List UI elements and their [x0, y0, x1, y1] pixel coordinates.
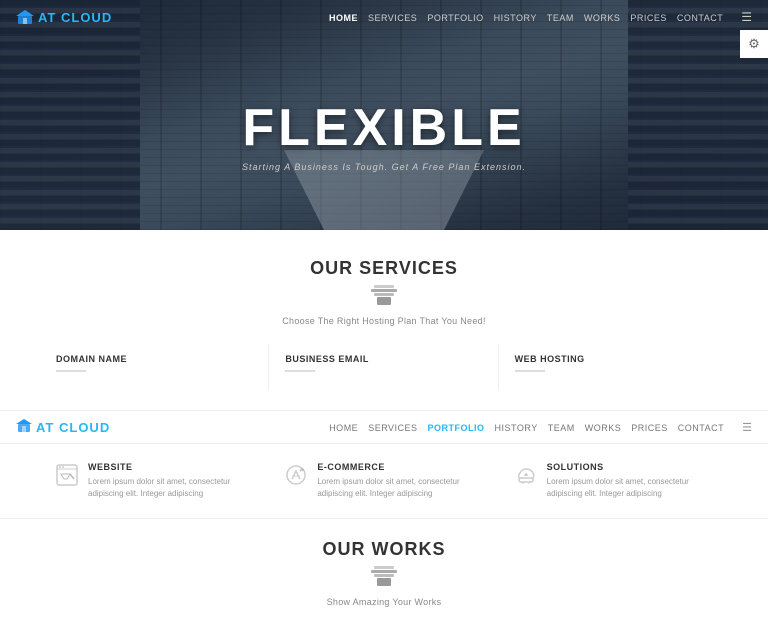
nav2-history[interactable]: HISTORY	[495, 418, 538, 436]
nav2-team[interactable]: TEAM	[548, 418, 575, 436]
service-divider-3	[515, 370, 545, 372]
service-website-content: WEBSITE Lorem ipsum dolor sit amet, cons…	[88, 462, 253, 500]
service-solutions-content: SOLUTIONS Lorem ipsum dolor sit amet, co…	[547, 462, 712, 500]
nav-team[interactable]: TEAM	[547, 8, 574, 26]
service-email: BUSINESS EMAIL	[269, 344, 498, 390]
solutions-icon	[515, 464, 537, 492]
logo[interactable]: AT CLOUD	[16, 10, 112, 25]
hero-content: FLEXIBLE Starting A Business Is Tough. G…	[0, 34, 768, 230]
services-title: OUR SERVICES	[40, 258, 728, 279]
service-hosting: WEB HOSTING	[499, 344, 728, 390]
service-solutions-text: Lorem ipsum dolor sit amet, consectetur …	[547, 476, 712, 500]
ecommerce-icon	[285, 464, 307, 492]
service-ecommerce-content: E-COMMERCE Lorem ipsum dolor sit amet, c…	[317, 462, 482, 500]
service-ecommerce: E-COMMERCE Lorem ipsum dolor sit amet, c…	[269, 454, 498, 508]
logo2-icon	[16, 419, 32, 435]
service-ecommerce-title: E-COMMERCE	[317, 462, 482, 472]
nav-works[interactable]: WORKS	[584, 8, 621, 26]
service-website-title: WEBSITE	[88, 462, 253, 472]
service-divider-2	[285, 370, 315, 372]
gear-button[interactable]: ⚙	[740, 30, 768, 58]
service-solutions: SOLUTIONS Lorem ipsum dolor sit amet, co…	[499, 454, 728, 508]
logo-text: AT CLOUD	[38, 10, 112, 25]
service-hosting-title: WEB HOSTING	[515, 354, 712, 364]
services-grid-row1: DOMAIN NAME BUSINESS EMAIL WEB HOSTING	[40, 344, 728, 390]
nav2-contact[interactable]: CONTACT	[678, 418, 724, 436]
nav-links: HOME SERVICES PORTFOLIO HISTORY TEAM WOR…	[329, 8, 752, 26]
nav2-works[interactable]: WORKS	[585, 418, 622, 436]
logo2[interactable]: AT CLOUD	[16, 419, 110, 435]
primary-navbar: AT CLOUD HOME SERVICES PORTFOLIO HISTORY…	[0, 0, 768, 34]
works-title: OUR WORKS	[40, 539, 728, 560]
hamburger-menu-2[interactable]: ☰	[742, 421, 752, 434]
service-website-text: Lorem ipsum dolor sit amet, consectetur …	[88, 476, 253, 500]
services-icon	[40, 285, 728, 310]
nav2-portfolio[interactable]: PORTFOLIO	[428, 418, 485, 436]
nav-prices[interactable]: PRICES	[630, 8, 667, 26]
services-section: OUR SERVICES Choose The Right Hosting Pl…	[0, 230, 768, 410]
nav2-services[interactable]: SERVICES	[368, 418, 417, 436]
service-domain-title: DOMAIN NAME	[56, 354, 252, 364]
works-section: OUR WORKS Show Amazing Your Works	[0, 518, 768, 617]
hamburger-menu[interactable]: ☰	[741, 10, 752, 24]
service-solutions-title: SOLUTIONS	[547, 462, 712, 472]
service-ecommerce-text: Lorem ipsum dolor sit amet, consectetur …	[317, 476, 482, 500]
nav2-home[interactable]: HOME	[329, 418, 358, 436]
hero-section: AT CLOUD HOME SERVICES PORTFOLIO HISTORY…	[0, 0, 768, 230]
logo2-text: AT CLOUD	[36, 420, 110, 435]
services-description: Choose The Right Hosting Plan That You N…	[40, 316, 728, 326]
nav-services[interactable]: SERVICES	[368, 8, 417, 26]
service-website: WEBSITE Lorem ipsum dolor sit amet, cons…	[40, 454, 269, 508]
hero-title: FLEXIBLE	[242, 102, 525, 154]
secondary-navbar: AT CLOUD HOME SERVICES PORTFOLIO HISTORY…	[0, 410, 768, 444]
nav-home[interactable]: HOME	[329, 8, 358, 26]
nav-contact[interactable]: CONTACT	[677, 8, 723, 26]
website-icon	[56, 464, 78, 492]
logo-icon	[16, 10, 34, 24]
nav2-links: HOME SERVICES PORTFOLIO HISTORY TEAM WOR…	[329, 418, 752, 436]
nav-history[interactable]: HISTORY	[494, 8, 537, 26]
works-icon	[40, 566, 728, 591]
service-divider	[56, 370, 86, 372]
hero-subtitle: Starting A Business Is Tough. Get A Free…	[242, 162, 526, 172]
services-grid-row2: WEBSITE Lorem ipsum dolor sit amet, cons…	[0, 444, 768, 518]
service-email-title: BUSINESS EMAIL	[285, 354, 481, 364]
nav-portfolio[interactable]: PORTFOLIO	[427, 8, 483, 26]
nav2-prices[interactable]: PRICES	[631, 418, 668, 436]
works-description: Show Amazing Your Works	[40, 597, 728, 607]
service-domain: DOMAIN NAME	[40, 344, 269, 390]
